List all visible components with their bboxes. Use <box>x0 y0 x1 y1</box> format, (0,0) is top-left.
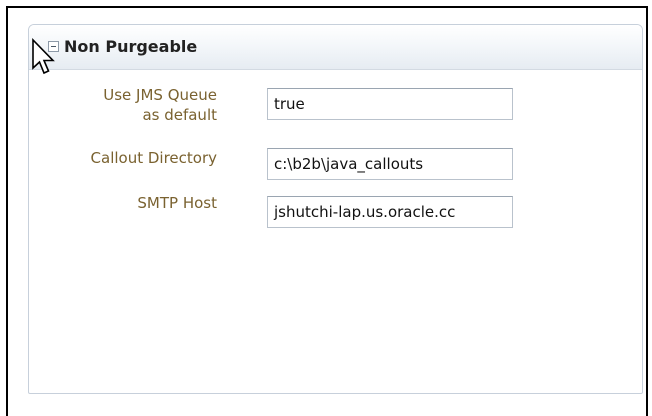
non-purgeable-panel: Non Purgeable Use JMS Queue as default t… <box>28 24 643 394</box>
smtp-host-field[interactable]: jshutchi-lap.us.oracle.cc <box>267 196 513 228</box>
use-jms-queue-field[interactable]: true <box>267 88 513 120</box>
panel-header[interactable]: Non Purgeable <box>29 25 642 70</box>
callout-directory-field[interactable]: c:\b2b\java_callouts <box>267 148 513 180</box>
window-frame: Non Purgeable Use JMS Queue as default t… <box>6 6 648 416</box>
mouse-pointer-icon <box>32 38 55 75</box>
use-jms-queue-label-line1: Use JMS Queue <box>103 86 217 104</box>
use-jms-queue-label: Use JMS Queue as default <box>29 85 217 125</box>
use-jms-queue-label-line2: as default <box>142 106 217 124</box>
smtp-host-label: SMTP Host <box>137 194 217 212</box>
callout-directory-label: Callout Directory <box>90 149 217 167</box>
panel-title: Non Purgeable <box>64 37 198 56</box>
